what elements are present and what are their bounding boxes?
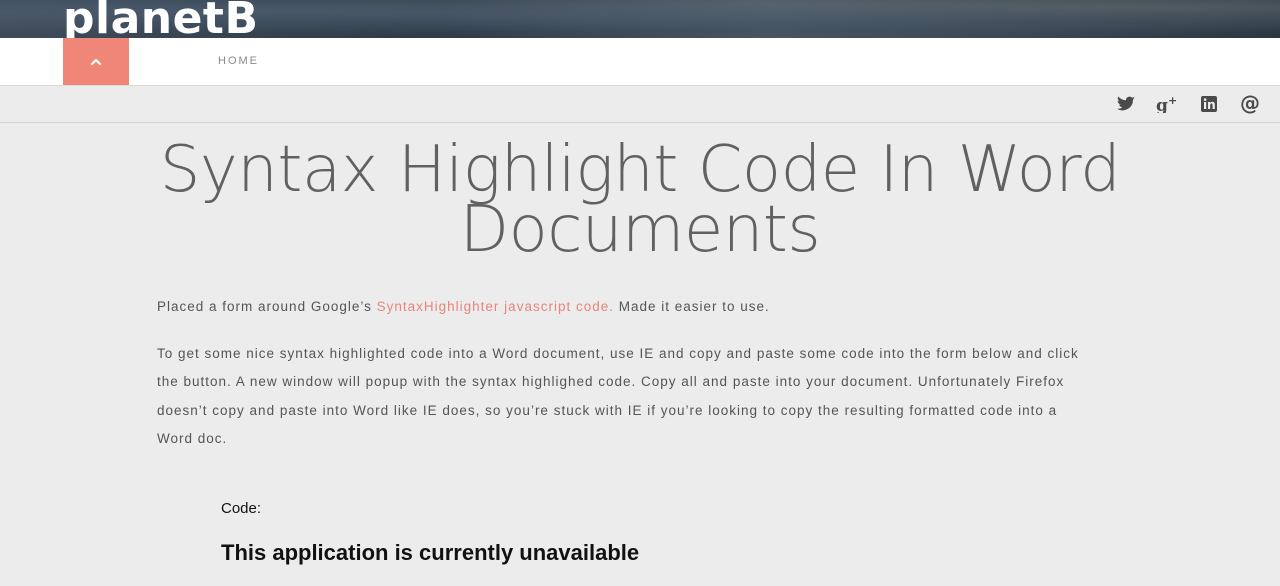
nav-toggle-button[interactable] [63,38,129,85]
page-title: Syntax Highlight Code In Word Documents [130,138,1150,262]
intro-paragraph: Placed a form around Google’s SyntaxHigh… [157,293,1087,321]
social-bar: g + @ [0,86,1280,123]
email-at-icon[interactable]: @ [1239,93,1261,115]
page-title-line-2: Documents [459,193,821,267]
intro-text-after: Made it easier to use. [613,299,770,314]
chevron-up-icon [89,57,103,67]
navbar: HOME [0,38,1280,86]
svg-text:+: + [1168,95,1177,107]
intro-text-before: Placed a form around Google’s [157,299,377,314]
linkedin-icon[interactable] [1198,93,1220,115]
google-plus-icon[interactable]: g + [1156,93,1178,115]
syntaxhighlighter-link[interactable]: SyntaxHighlighter javascript code. [377,299,614,314]
nav-link-home[interactable]: HOME [218,55,259,67]
code-label: Code: [221,500,262,517]
twitter-icon[interactable] [1115,93,1137,115]
svg-text:@: @ [1240,94,1260,114]
body-paragraph: To get some nice syntax highlighted code… [157,346,1079,446]
svg-text:g: g [1156,96,1168,113]
unavailable-message: This application is currently unavailabl… [221,540,640,565]
